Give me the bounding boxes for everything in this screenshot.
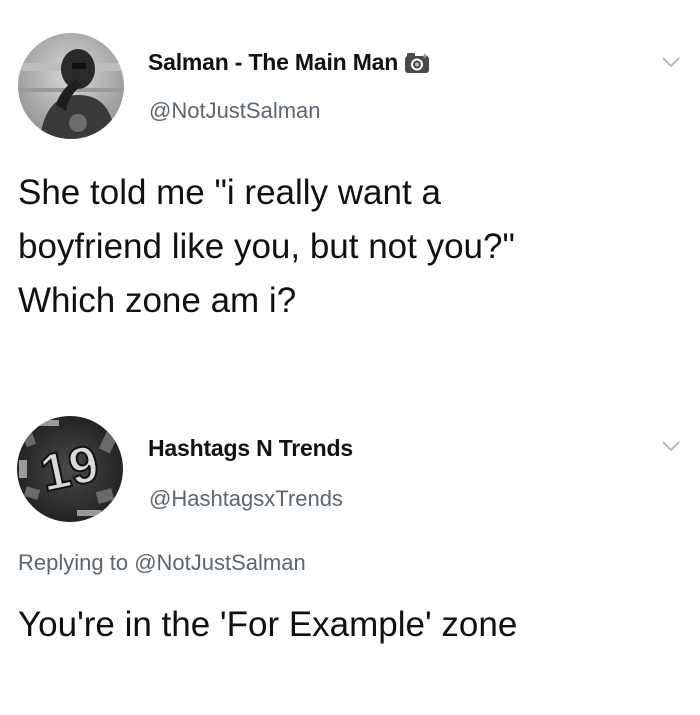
tweet-text-line: boyfriend like you, but not you?" — [18, 227, 515, 266]
tweet-text: You're in the 'For Example' zone — [18, 605, 518, 644]
avatar-salman[interactable] — [18, 33, 124, 139]
replying-to-label: Replying to — [18, 550, 129, 575]
tweet-original[interactable]: Salman - The Main Man @NotJustSalman She… — [0, 0, 700, 370]
author-handle[interactable]: @HashtagsxTrends — [149, 486, 343, 512]
replying-to-mention[interactable]: @NotJustSalman — [134, 550, 306, 575]
avatar-photo-icon — [18, 33, 124, 139]
tweet-text-line: She told me "i really want a — [18, 173, 441, 212]
author-handle[interactable]: @NotJustSalman — [149, 98, 321, 124]
chevron-down-icon[interactable] — [660, 54, 682, 70]
avatar-number: 19 — [35, 435, 104, 504]
avatar-hashtags[interactable]: 19 — [17, 416, 123, 522]
tweet-text: She told me "i really want a boyfriend l… — [18, 166, 668, 328]
tweet-reply[interactable]: 19 Hashtags N Trends @HashtagsxTrends Re… — [0, 400, 700, 715]
author-name[interactable]: Salman - The Main Man — [148, 49, 430, 80]
chevron-down-icon[interactable] — [660, 438, 682, 454]
camera-emoji-icon — [404, 52, 430, 80]
replying-to: Replying to @NotJustSalman — [18, 550, 306, 576]
author-name[interactable]: Hashtags N Trends — [148, 435, 353, 462]
tweet-text-line: Which zone am i? — [18, 281, 297, 320]
